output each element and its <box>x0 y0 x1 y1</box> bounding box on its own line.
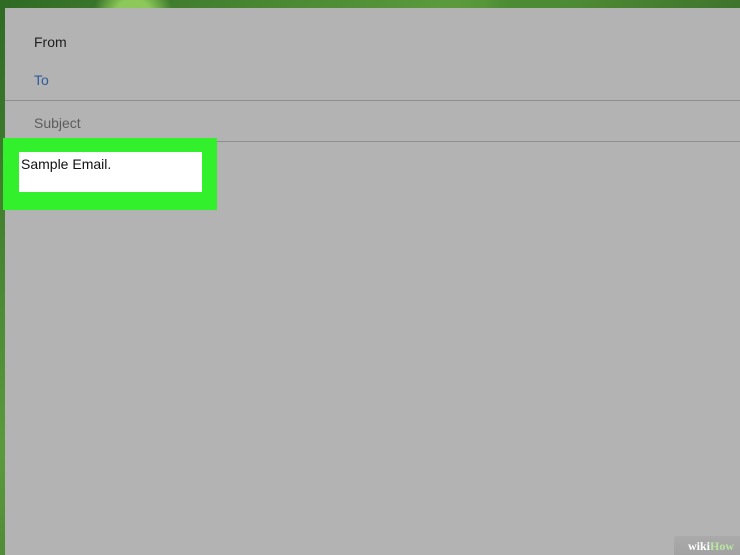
email-body-field[interactable]: Sample Email. <box>19 152 202 192</box>
from-field-label[interactable]: From <box>34 33 67 51</box>
email-compose-window: From To Subject <box>5 8 740 555</box>
subject-field-label[interactable]: Subject <box>34 114 81 132</box>
wikihow-watermark: wikiHow <box>674 536 740 555</box>
wikihow-logo: wikiHow <box>688 539 734 553</box>
email-body-text: Sample Email. <box>21 156 112 172</box>
to-field-label[interactable]: To <box>34 71 49 89</box>
wikihow-logo-how: How <box>710 539 734 553</box>
highlighted-body-area: Sample Email. <box>3 138 217 210</box>
wikihow-logo-wiki: wiki <box>687 539 710 553</box>
to-divider <box>5 100 740 101</box>
